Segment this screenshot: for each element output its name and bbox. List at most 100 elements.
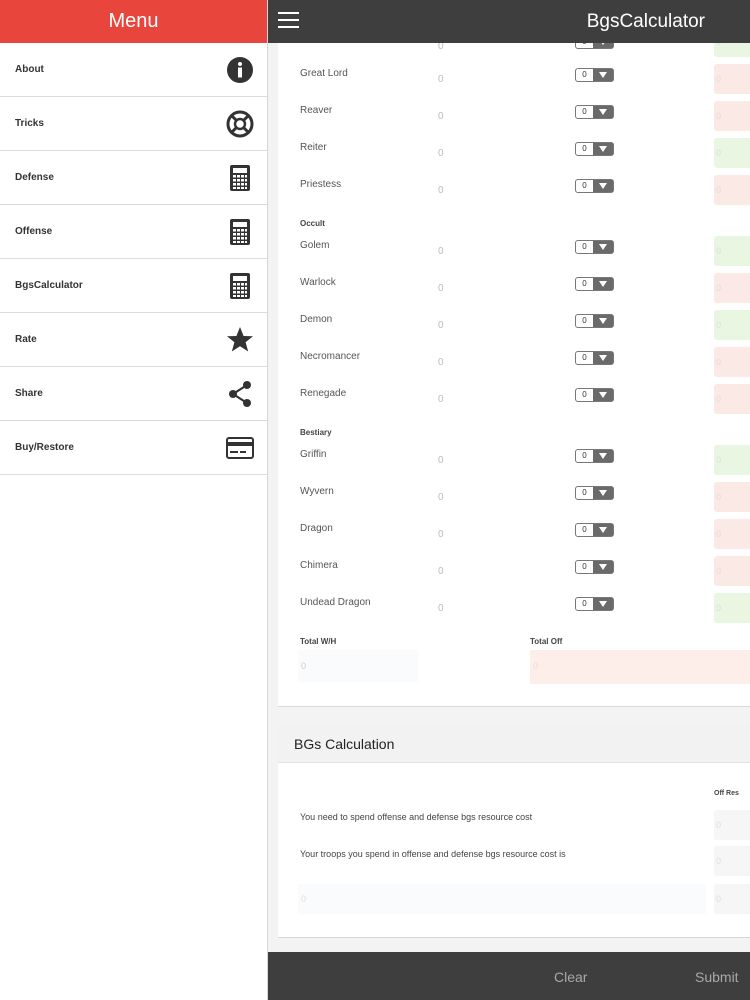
chevron-down-icon (593, 524, 613, 536)
sidebar-item-share[interactable]: Share (0, 367, 267, 421)
select-value: 0 (582, 562, 587, 571)
resource-box[interactable]: 0 (714, 310, 750, 340)
unit-quantity-select[interactable]: 0 (575, 142, 614, 156)
unit-quantity-select[interactable]: 0 (575, 43, 614, 49)
sidebar-item-defense[interactable]: Defense (0, 151, 267, 205)
chevron-down-icon (593, 106, 613, 118)
sidebar-item-offense[interactable]: Offense (0, 205, 267, 259)
total-wh-label: Total W/H (300, 637, 337, 646)
resource-box[interactable]: 0 (714, 101, 750, 131)
sidebar-item-about[interactable]: About (0, 43, 267, 97)
resource-box[interactable]: 0 (714, 273, 750, 303)
lifebuoy-icon (225, 109, 255, 139)
unit-quantity-select[interactable]: 0 (575, 351, 614, 365)
resource-box[interactable]: 0 (714, 138, 750, 168)
units-card: 0 0 0 Great Lord 0 0 0 Reaver 0 0 0 Reit… (278, 43, 750, 707)
unit-row: Chimera 0 0 (278, 560, 750, 597)
submit-button[interactable]: Submit (695, 969, 739, 985)
unit-name: Demon (300, 314, 333, 325)
clear-button[interactable]: Clear (554, 969, 587, 985)
unit-value: 0 (438, 320, 444, 331)
select-value: 0 (582, 353, 587, 362)
unit-quantity-select[interactable]: 0 (575, 388, 614, 402)
chevron-down-icon (593, 389, 613, 401)
calculation-result-field[interactable]: 0 (298, 884, 706, 914)
unit-quantity-select[interactable]: 0 (575, 486, 614, 500)
sidebar-item-rate[interactable]: Rate (0, 313, 267, 367)
bottom-bar: Clear Submit (268, 952, 750, 1000)
unit-row: Warlock 0 0 (278, 277, 750, 314)
resource-box[interactable]: 0 (714, 43, 750, 57)
resource-box[interactable]: 0 (714, 175, 750, 205)
sidebar-item-tricks[interactable]: Tricks (0, 97, 267, 151)
unit-value: 0 (438, 283, 444, 294)
bgs-calculation-card: BGs Calculation Off Res You need to spen… (278, 726, 750, 938)
chevron-down-icon (593, 143, 613, 155)
sidebar-item-buy-restore[interactable]: Buy/Restore (0, 421, 267, 475)
off-res-box[interactable]: 0 (714, 810, 750, 840)
resource-box[interactable]: 0 (714, 384, 750, 414)
unit-row: Undead Dragon 0 0 (278, 597, 750, 634)
unit-value: 0 (438, 529, 444, 540)
chevron-down-icon (593, 315, 613, 327)
unit-name: Warlock (300, 277, 336, 288)
unit-quantity-select[interactable]: 0 (575, 179, 614, 193)
select-value: 0 (582, 279, 587, 288)
unit-row: Demon 0 0 (278, 314, 750, 351)
hamburger-menu-icon[interactable] (278, 12, 299, 30)
total-off-label: Total Off (530, 637, 563, 646)
share-icon (225, 379, 255, 409)
sidebar-item-label: About (15, 64, 44, 75)
unit-value: 0 (438, 492, 444, 503)
total-wh-field[interactable]: 0 (298, 650, 418, 682)
section-title: BGs Calculation (278, 726, 750, 763)
credit-card-icon (225, 433, 255, 463)
resource-box[interactable]: 0 (714, 445, 750, 475)
sidebar-title: Menu (0, 0, 267, 43)
unit-quantity-select[interactable]: 0 (575, 523, 614, 537)
select-value: 0 (582, 242, 587, 251)
unit-name: Renegade (300, 388, 347, 399)
resource-box[interactable]: 0 (714, 593, 750, 623)
unit-quantity-select[interactable]: 0 (575, 560, 614, 574)
unit-value: 0 (438, 246, 444, 257)
unit-value: 0 (438, 357, 444, 368)
total-off-field[interactable]: 0 (530, 650, 750, 684)
unit-quantity-select[interactable]: 0 (575, 105, 614, 119)
unit-quantity-select[interactable]: 0 (575, 314, 614, 328)
sidebar-item-bgscalculator[interactable]: BgsCalculator (0, 259, 267, 313)
sidebar-item-label: BgsCalculator (15, 280, 83, 291)
unit-quantity-select[interactable]: 0 (575, 449, 614, 463)
unit-quantity-select[interactable]: 0 (575, 240, 614, 254)
chevron-down-icon (593, 487, 613, 499)
chevron-down-icon (593, 180, 613, 192)
resource-box[interactable]: 0 (714, 519, 750, 549)
unit-value: 0 (438, 455, 444, 466)
unit-quantity-select[interactable]: 0 (575, 597, 614, 611)
select-value: 0 (582, 70, 587, 79)
resource-box[interactable]: 0 (714, 64, 750, 94)
chevron-down-icon (593, 598, 613, 610)
top-bar: BgsCalculator (268, 0, 750, 43)
off-res-box[interactable]: 0 (714, 884, 750, 914)
chevron-down-icon (593, 352, 613, 364)
unit-value: 0 (438, 185, 444, 196)
resource-box[interactable]: 0 (714, 556, 750, 586)
info-icon (225, 55, 255, 85)
select-value: 0 (582, 451, 587, 460)
resource-box[interactable]: 0 (714, 347, 750, 377)
off-res-label: Off Res (714, 790, 739, 797)
chevron-down-icon (593, 561, 613, 573)
select-value: 0 (582, 488, 587, 497)
unit-name: Griffin (300, 449, 327, 460)
unit-quantity-select[interactable]: 0 (575, 277, 614, 291)
unit-quantity-select[interactable]: 0 (575, 68, 614, 82)
resource-box[interactable]: 0 (714, 482, 750, 512)
sidebar-item-label: Rate (15, 334, 37, 345)
chevron-down-icon (593, 450, 613, 462)
unit-name: Golem (300, 240, 330, 251)
off-res-box[interactable]: 0 (714, 846, 750, 876)
resource-box[interactable]: 0 (714, 236, 750, 266)
unit-value: 0 (438, 43, 444, 52)
star-icon (225, 325, 255, 355)
